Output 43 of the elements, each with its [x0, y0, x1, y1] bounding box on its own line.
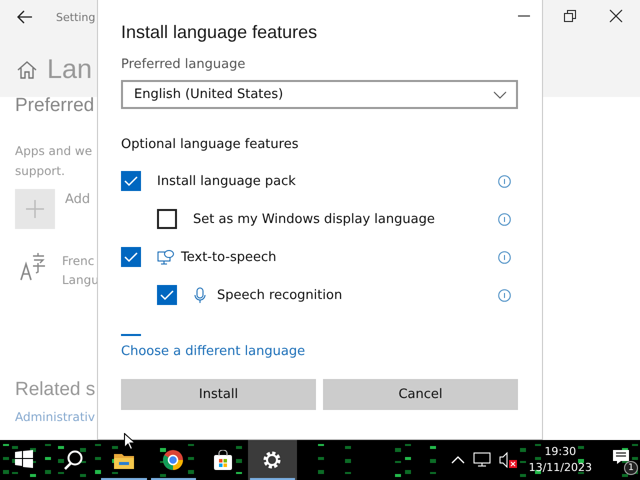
feature-label: Text-to-speech	[181, 250, 278, 264]
shopping-bag-icon[interactable]	[212, 450, 233, 470]
info-icon[interactable]	[498, 250, 511, 264]
search-icon[interactable]	[64, 450, 84, 470]
checkbox-checked[interactable]	[121, 171, 141, 191]
language-dropdown[interactable]: English (United States)	[121, 80, 518, 109]
cancel-button[interactable]: Cancel	[323, 379, 518, 410]
description-text: Apps and we	[15, 144, 92, 158]
settings-icon[interactable]	[262, 450, 282, 470]
feature-label: Speech recognition	[217, 288, 344, 302]
clock-date[interactable]: 13/11/2023	[528, 460, 592, 476]
choose-language-link[interactable]: Choose a different language	[121, 344, 306, 359]
info-icon[interactable]	[498, 174, 511, 188]
chevron-down-icon	[493, 90, 507, 98]
feature-label: Install language pack	[157, 174, 297, 188]
network-icon[interactable]	[472, 452, 491, 468]
close-icon[interactable]	[609, 9, 623, 23]
section-title: Preferred	[15, 95, 96, 117]
chrome-icon[interactable]	[163, 450, 184, 470]
related-settings-title: Related s	[15, 379, 96, 400]
windows-icon[interactable]	[14, 450, 35, 470]
description-text: support.	[15, 164, 65, 178]
home-icon[interactable]	[17, 60, 37, 78]
info-icon[interactable]	[498, 288, 511, 302]
install-button[interactable]: Install	[121, 379, 316, 410]
checkbox-checked[interactable]	[121, 247, 141, 267]
checkbox-checked[interactable]	[157, 285, 177, 305]
notification-icon[interactable]	[612, 449, 630, 465]
speech-monitor-icon	[157, 248, 174, 266]
info-icon[interactable]	[498, 212, 511, 226]
checkbox[interactable]	[157, 209, 177, 229]
feature-label: Set as my Windows display language	[193, 212, 436, 226]
speaker-muted-icon[interactable]	[498, 452, 517, 468]
language-icon	[20, 252, 46, 282]
section-label: Optional language features	[121, 137, 300, 152]
back-icon[interactable]	[17, 10, 33, 24]
restore-icon[interactable]	[563, 9, 577, 23]
clock-time[interactable]: 19:30	[528, 444, 592, 460]
chevron-up-icon[interactable]	[450, 456, 465, 464]
dialog-title: Install language features	[121, 22, 318, 43]
window-title: Setting	[56, 10, 96, 24]
field-label: Preferred language	[121, 57, 246, 72]
page-title: Lan	[47, 54, 92, 85]
